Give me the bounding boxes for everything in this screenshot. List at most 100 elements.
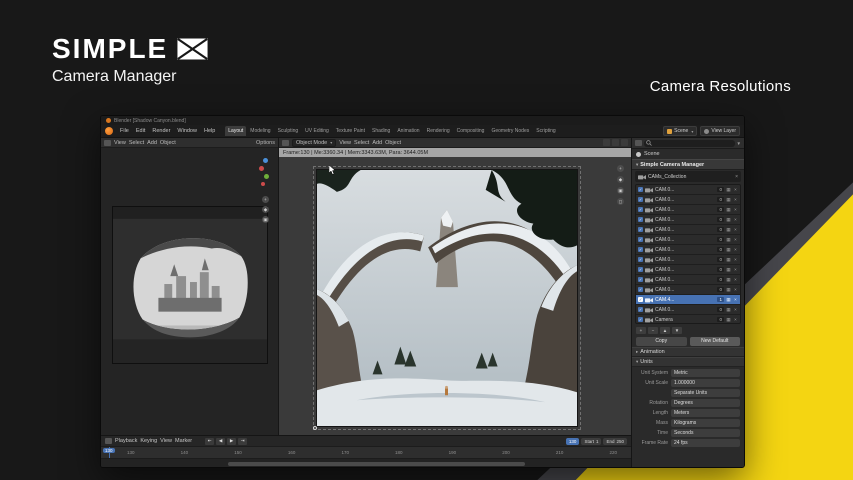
workspace-tab[interactable]: Layout [225,126,247,136]
camera-checkbox[interactable] [638,297,643,302]
delete-icon[interactable] [733,237,738,242]
playhead[interactable]: 130 [103,447,115,458]
axis-y-dot[interactable] [264,174,269,179]
camera-checkbox[interactable] [638,287,643,292]
workspace-tab[interactable]: Scripting [533,126,558,136]
workspace-tab[interactable]: UV Editing [302,126,332,136]
camera-slot-number[interactable]: 0 [717,197,724,202]
section-animation[interactable]: ▸ Animation [632,347,744,357]
window-titlebar[interactable]: Blender [Shadow Canyon.blend] [101,116,744,125]
camera-checkbox[interactable] [638,277,643,282]
render-toggle-icon[interactable] [726,197,731,203]
workspace-tab[interactable]: Texture Paint [333,126,368,136]
viewport-menu-item[interactable]: Object [160,140,176,146]
render-toggle-icon[interactable] [726,247,731,253]
setting-value-dropdown[interactable]: Metric [671,369,740,377]
render-toggle-icon[interactable] [726,237,731,243]
scene-row[interactable]: Scene [632,149,744,159]
delete-icon[interactable] [733,267,738,272]
camera-checkbox[interactable] [638,237,643,242]
camera-list-item[interactable]: CAM.0... 0 [636,235,740,245]
workspace-tab[interactable]: Shading [369,126,393,136]
list-tool-button[interactable]: ▲ [660,326,670,334]
delete-icon[interactable] [733,297,738,302]
viewport-menu-item[interactable]: Select [354,140,369,146]
overlays-icon[interactable] [621,139,628,146]
delete-icon[interactable] [733,207,738,212]
menu-item[interactable]: File [117,127,132,135]
camera-checkbox[interactable] [638,307,643,312]
viewport-body[interactable]: + ◆ ▣ ◻ [279,157,631,435]
render-toggle-icon[interactable] [726,267,731,273]
camera-slot-number[interactable]: 0 [717,257,724,262]
menu-item[interactable]: Render [149,127,173,135]
proportional-edit-icon[interactable] [612,139,619,146]
timeline-menu-item[interactable]: Playback [115,438,137,444]
list-tool-button[interactable]: − [648,326,658,334]
axis-z-dot[interactable] [263,158,268,163]
workspace-tab[interactable]: Geometry Nodes [488,126,532,136]
copy-button[interactable]: Copy [636,336,687,346]
viewport-menu-item[interactable]: Select [129,140,144,146]
menu-item[interactable]: Window [174,127,200,135]
camera-list-item[interactable]: CAM.0... 0 [636,195,740,205]
camera-list-item[interactable]: CAM.0... 0 [636,285,740,295]
camera-checkbox[interactable] [638,207,643,212]
render-toggle-icon[interactable] [726,187,731,193]
blender-logo-icon[interactable] [105,127,113,135]
zoom-icon[interactable]: + [262,196,269,203]
playback-button[interactable]: ◀ [216,437,226,445]
camera-slot-number[interactable]: 1 [717,297,724,302]
toggle-view-icon[interactable]: ◻ [617,198,624,205]
timeline-scrollbar[interactable] [101,459,631,467]
camera-list-item[interactable]: CAM.0... 0 [636,305,740,315]
render-toggle-icon[interactable] [726,227,731,233]
editor-type-icon[interactable] [105,438,112,444]
list-tool-button[interactable]: ▼ [672,326,682,334]
setting-value-dropdown[interactable]: 24 fps [671,439,740,447]
camera-slot-number[interactable]: 0 [717,277,724,282]
workspace-tab[interactable]: Sculpting [275,126,302,136]
camera-checkbox[interactable] [638,247,643,252]
camera-slot-number[interactable]: 0 [717,217,724,222]
camera-slot-number[interactable]: 0 [717,187,724,192]
snap-icon[interactable] [603,139,610,146]
delete-icon[interactable] [733,247,738,252]
addon-panel-header[interactable]: ▾ Simple Camera Manager [632,159,744,170]
viewport-menu-item[interactable]: Add [372,140,382,146]
camera-checkbox[interactable] [638,267,643,272]
render-toggle-icon[interactable] [726,207,731,213]
setting-value-dropdown[interactable]: Kilograms [671,419,740,427]
menu-item[interactable]: Edit [133,127,148,135]
editor-type-icon[interactable] [635,140,642,146]
camera-checkbox[interactable] [638,217,643,222]
navigation-gizmo[interactable] [259,158,269,186]
camera-view-icon[interactable]: ▣ [262,216,269,223]
delete-icon[interactable] [733,257,738,262]
setting-value-dropdown[interactable]: 1.000000 [671,379,740,387]
workspace-tab[interactable]: Modeling [247,126,273,136]
editor-type-icon[interactable] [282,139,289,146]
playback-button[interactable]: ⇤ [205,437,215,445]
filter-icon[interactable]: ▼ [737,141,741,146]
new-default-button[interactable]: New Default [689,336,740,346]
camera-slot-number[interactable]: 0 [717,207,724,212]
timeline-menu-item[interactable]: View [160,438,172,444]
workspace-tab[interactable]: Compositing [454,126,488,136]
camera-list-item[interactable]: CAM.0... 0 [636,265,740,275]
scene-selector[interactable]: Scene ▾ [663,126,698,136]
workspace-tab[interactable]: Rendering [424,126,453,136]
camera-slot-number[interactable]: 0 [717,287,724,292]
camera-slot-number[interactable]: 0 [717,267,724,272]
camera-list-item[interactable]: CAM.4... 1 [636,295,740,305]
timeline-menu-item[interactable]: Keying [140,438,157,444]
render-toggle-icon[interactable] [726,317,731,323]
render-toggle-icon[interactable] [726,217,731,223]
section-units[interactable]: ▾ Units [632,357,744,367]
playback-button[interactable]: ▶ [227,437,237,445]
camera-checkbox[interactable] [638,257,643,262]
editor-type-icon[interactable] [104,139,111,146]
timeline-ruler[interactable]: 130 140 150 160 170 180 190 200 210 220 130 [101,447,631,459]
camera-slot-number[interactable]: 0 [717,317,724,322]
camera-list-item[interactable]: CAM.0... 0 [636,215,740,225]
